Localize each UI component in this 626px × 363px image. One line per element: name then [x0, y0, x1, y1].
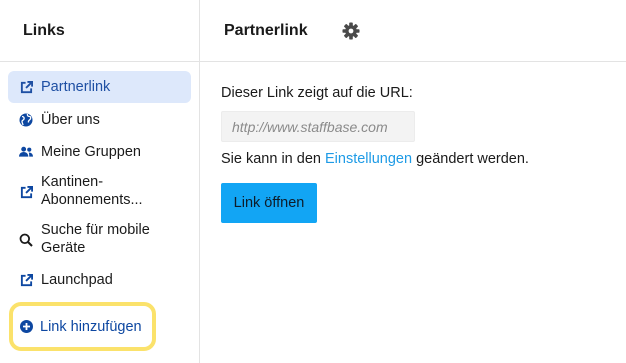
sidebar-item-label: Kantinen-Abonnements...: [41, 174, 143, 208]
sidebar-item-label: Partnerlink: [41, 79, 111, 95]
hint-prefix: Sie kann in den: [221, 151, 321, 167]
external-link-icon: [19, 273, 33, 287]
sidebar-item-label: Über uns: [41, 112, 100, 128]
sidebar-item-ueber-uns[interactable]: Über uns: [8, 110, 191, 130]
group-icon: [19, 145, 33, 159]
sidebar-item-meine-gruppen[interactable]: Meine Gruppen: [8, 142, 191, 162]
page-title: Partnerlink: [224, 21, 308, 39]
sidebar-item-label: Launchpad: [41, 272, 113, 288]
sidebar-item-label: Suche für mobile Geräte: [41, 222, 150, 256]
sidebar-item-kantinen-abonnements[interactable]: Kantinen-Abonnements...: [8, 173, 191, 211]
search-icon: [19, 233, 33, 247]
open-link-button[interactable]: Link öffnen: [221, 183, 317, 223]
settings-hint: Sie kann in den Einstellungen geändert w…: [221, 149, 621, 169]
external-link-icon: [19, 80, 33, 94]
sidebar-item-launchpad[interactable]: Launchpad: [8, 270, 191, 290]
url-description: Dieser Link zeigt auf die URL:: [221, 85, 413, 101]
sidebar-item-suche-mobile[interactable]: Suche für mobile Geräte: [8, 221, 191, 259]
add-link-highlight: Link hinzufügen: [9, 302, 156, 351]
sidebar-item-label: Meine Gruppen: [41, 144, 141, 160]
sidebar-title: Links: [0, 0, 199, 62]
main-header: Partnerlink: [200, 0, 626, 62]
hint-suffix: geändert werden.: [416, 151, 529, 167]
sidebar: Links Partnerlink Über uns Meine Gruppen…: [0, 0, 200, 363]
sidebar-item-partnerlink[interactable]: Partnerlink: [8, 71, 191, 103]
gear-icon[interactable]: [342, 22, 360, 40]
main-content: Dieser Link zeigt auf die URL: Sie kann …: [221, 83, 621, 223]
plus-circle-icon: [20, 320, 33, 333]
add-link-label: Link hinzufügen: [40, 318, 142, 335]
globe-icon: [19, 113, 33, 127]
url-field[interactable]: [221, 111, 415, 142]
add-link-button[interactable]: Link hinzufügen: [20, 319, 142, 335]
external-link-icon: [19, 185, 33, 199]
settings-link[interactable]: Einstellungen: [325, 151, 412, 167]
